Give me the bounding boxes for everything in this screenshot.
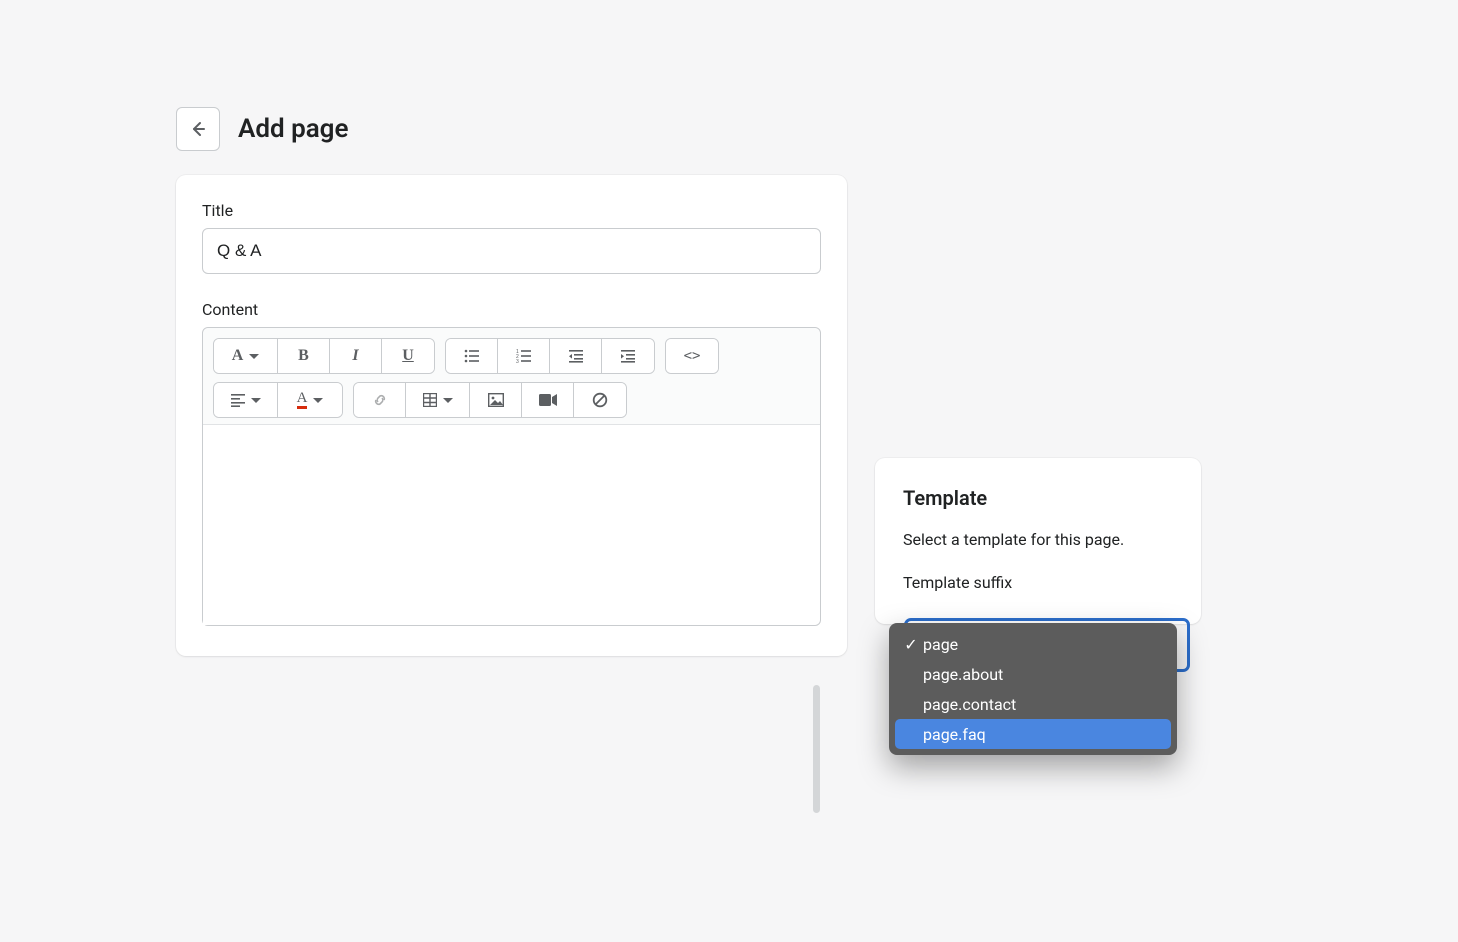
dropdown-option-page[interactable]: ✓ page bbox=[895, 629, 1171, 659]
chevron-down-icon bbox=[251, 398, 261, 403]
link-button[interactable] bbox=[354, 383, 406, 417]
block-icon bbox=[592, 392, 608, 408]
title-input[interactable] bbox=[202, 228, 821, 274]
title-label: Title bbox=[202, 201, 821, 220]
italic-button[interactable]: I bbox=[330, 339, 382, 373]
outdent-icon bbox=[568, 348, 584, 364]
bold-icon: B bbox=[298, 347, 309, 365]
dropdown-option-page-about[interactable]: page.about bbox=[895, 659, 1171, 689]
template-card: Template Select a template for this page… bbox=[875, 458, 1201, 624]
code-icon: <> bbox=[684, 348, 701, 364]
bold-button[interactable]: B bbox=[278, 339, 330, 373]
chevron-down-icon bbox=[249, 354, 259, 359]
check-icon: ✓ bbox=[903, 635, 919, 654]
insert-group bbox=[353, 382, 627, 418]
numbered-list-icon: 123 bbox=[516, 348, 532, 364]
image-icon bbox=[488, 393, 504, 407]
video-icon bbox=[539, 394, 557, 406]
back-button[interactable] bbox=[176, 107, 220, 151]
underline-button[interactable]: U bbox=[382, 339, 434, 373]
main-card: Title Content A B I bbox=[176, 175, 847, 656]
indent-icon bbox=[620, 348, 636, 364]
text-color-icon: A bbox=[297, 391, 308, 409]
page-title: Add page bbox=[238, 114, 348, 144]
numbered-list-button[interactable]: 123 bbox=[498, 339, 550, 373]
chevron-down-icon bbox=[443, 398, 453, 403]
toolbar-row-2: A bbox=[213, 382, 810, 418]
dropdown-option-label: page.faq bbox=[923, 725, 986, 744]
code-view-button[interactable]: <> bbox=[666, 339, 718, 373]
toolbar-row-1: A B I U bbox=[213, 338, 810, 374]
bullet-list-icon bbox=[464, 348, 480, 364]
content-section: Content A B I bbox=[202, 300, 821, 626]
editor-toolbar: A B I U bbox=[203, 328, 820, 425]
video-button[interactable] bbox=[522, 383, 574, 417]
clear-format-button[interactable] bbox=[574, 383, 626, 417]
underline-icon: U bbox=[402, 347, 414, 365]
table-button[interactable] bbox=[406, 383, 470, 417]
dropdown-option-label: page.contact bbox=[923, 695, 1016, 714]
page-header: Add page bbox=[176, 107, 348, 151]
table-icon bbox=[423, 393, 437, 407]
dropdown-option-page-faq[interactable]: page.faq bbox=[895, 719, 1171, 749]
template-suffix-dropdown: ✓ page page.about page.contact page.faq bbox=[889, 623, 1177, 755]
content-label: Content bbox=[202, 300, 821, 319]
bullet-list-button[interactable] bbox=[446, 339, 498, 373]
code-group: <> bbox=[665, 338, 719, 374]
heading-icon: A bbox=[232, 347, 244, 365]
dropdown-option-label: page.about bbox=[923, 665, 1003, 684]
dropdown-option-label: page bbox=[923, 635, 958, 654]
outdent-button[interactable] bbox=[550, 339, 602, 373]
italic-icon: I bbox=[352, 347, 358, 365]
text-format-group: A B I U bbox=[213, 338, 435, 374]
scrollbar[interactable] bbox=[813, 685, 820, 813]
image-button[interactable] bbox=[470, 383, 522, 417]
indent-button[interactable] bbox=[602, 339, 654, 373]
template-description: Select a template for this page. bbox=[903, 530, 1173, 549]
list-group: 123 bbox=[445, 338, 655, 374]
arrow-left-icon bbox=[188, 119, 208, 139]
dropdown-option-page-contact[interactable]: page.contact bbox=[895, 689, 1171, 719]
editor-body[interactable] bbox=[203, 425, 820, 625]
align-color-group: A bbox=[213, 382, 343, 418]
text-color-button[interactable]: A bbox=[278, 383, 342, 417]
rich-text-editor: A B I U bbox=[202, 327, 821, 626]
template-suffix-label: Template suffix bbox=[903, 573, 1173, 592]
chevron-down-icon bbox=[313, 398, 323, 403]
template-card-title: Template bbox=[903, 486, 1173, 510]
heading-button[interactable]: A bbox=[214, 339, 278, 373]
svg-text:3: 3 bbox=[516, 359, 519, 364]
align-left-icon bbox=[231, 393, 245, 407]
align-button[interactable] bbox=[214, 383, 278, 417]
link-icon bbox=[372, 392, 388, 408]
